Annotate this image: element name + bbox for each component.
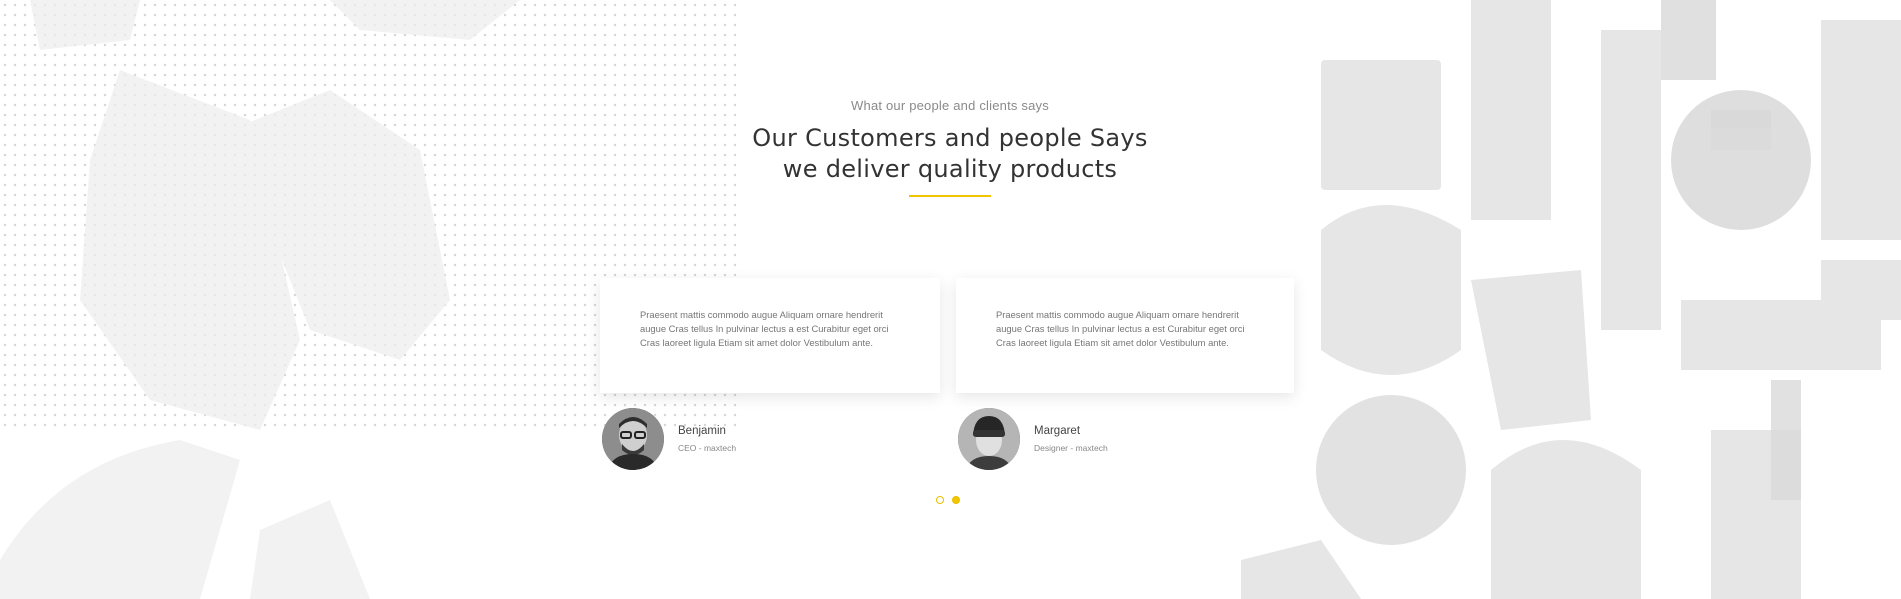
testimonial-quote: Praesent mattis commodo augue Aliquam or… <box>996 309 1245 348</box>
testimonial-card: Praesent mattis commodo augue Aliquam or… <box>600 278 940 393</box>
testimonial-quote: Praesent mattis commodo augue Aliquam or… <box>640 309 889 348</box>
carousel-dot-1[interactable] <box>936 496 944 504</box>
author-role: CEO - maxtech <box>678 443 737 453</box>
section-title-line-2: we deliver quality products <box>782 155 1118 183</box>
author-info: Benjamin CEO - maxtech <box>678 425 736 453</box>
title-underline <box>909 195 991 197</box>
author-info: Margaret Designer - maxtech <box>1034 425 1108 453</box>
author-name: Benjamin <box>678 425 726 437</box>
testimonial-author: Benjamin CEO - maxtech <box>602 408 736 470</box>
person-with-beanie-avatar <box>958 408 1020 470</box>
right-decorative-letters <box>1241 0 1901 599</box>
testimonial-author: Margaret Designer - maxtech <box>958 408 1108 470</box>
section-header: What our people and clients says Our Cus… <box>700 98 1200 197</box>
carousel-dot-2-active[interactable] <box>952 496 960 504</box>
section-title-line-1: Our Customers and people Says <box>752 124 1148 152</box>
section-eyebrow: What our people and clients says <box>851 98 1049 113</box>
section-title: Our Customers and people Says we deliver… <box>700 123 1200 185</box>
testimonial-card: Praesent mattis commodo augue Aliquam or… <box>956 278 1294 393</box>
carousel-pagination <box>936 496 960 504</box>
author-name: Margaret <box>1034 425 1081 437</box>
author-role: Designer - maxtech <box>1034 443 1108 453</box>
man-with-glasses-avatar <box>602 408 664 470</box>
